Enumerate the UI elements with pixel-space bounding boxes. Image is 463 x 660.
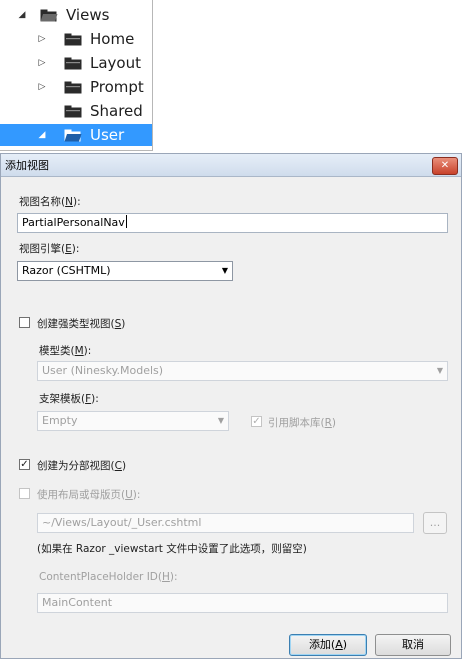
dialog-title-bar[interactable]: 添加视图 ✕ (1, 154, 461, 177)
dialog-title: 添加视图 (5, 159, 49, 172)
folder-icon (64, 81, 82, 94)
view-engine-select[interactable]: Razor (CSHTML) ▼ (17, 261, 233, 281)
dropdown-arrow-icon: ▼ (221, 266, 228, 275)
view-engine-label: 视图引擎(E): (19, 243, 80, 255)
dropdown-arrow-icon: ▼ (217, 416, 224, 425)
tree-item-user[interactable]: ◢ User (0, 124, 152, 146)
view-name-label: 视图名称(N): (19, 196, 81, 208)
dropdown-arrow-icon: ▼ (436, 366, 443, 375)
tree-item-label: Views (66, 6, 110, 24)
use-layout-checkbox[interactable] (19, 488, 30, 499)
tree-item-shared[interactable]: Shared (0, 100, 152, 122)
tree-item-label: Layout (90, 54, 141, 72)
expand-arrow-icon[interactable]: ▷ (36, 76, 48, 98)
layout-path-input[interactable]: ~/Views/Layout/_User.cshtml (37, 513, 414, 533)
expand-arrow-icon[interactable]: ▷ (36, 52, 48, 74)
tree-item-prompt[interactable]: ▷ Prompt (0, 76, 152, 98)
close-icon[interactable]: ✕ (432, 157, 458, 175)
expand-arrow-icon[interactable]: ▷ (36, 28, 48, 50)
script-library-checkbox[interactable]: ✓ (251, 416, 262, 427)
cancel-button[interactable]: 取消 (375, 634, 451, 656)
use-layout-label: 使用布局或母版页(U): (37, 489, 141, 501)
tree-item-label: Home (90, 30, 135, 48)
folder-icon (64, 105, 82, 118)
folder-open-icon (64, 129, 82, 142)
tree-item-home[interactable]: ▷ Home (0, 28, 152, 50)
add-view-dialog: 添加视图 ✕ 视图名称(N): PartialPersonalNav 视图引擎(… (0, 153, 462, 659)
placeholder-id-input[interactable]: MainContent (37, 593, 448, 613)
model-class-select[interactable]: User (Ninesky.Models) ▼ (37, 361, 448, 381)
viewstart-hint: (如果在 Razor _viewstart 文件中设置了此选项，则留空) (37, 543, 307, 555)
tree-item-label: User (90, 126, 125, 144)
browse-button[interactable]: ... (423, 512, 447, 534)
tree-item-layout[interactable]: ▷ Layout (0, 52, 152, 74)
collapse-arrow-icon[interactable]: ◢ (36, 124, 48, 146)
folder-icon (64, 57, 82, 70)
collapse-arrow-icon[interactable]: ◢ (16, 4, 28, 26)
model-class-label: 模型类(M): (39, 345, 92, 357)
strong-type-label: 创建强类型视图(S) (37, 318, 126, 330)
view-name-input[interactable]: PartialPersonalNav (17, 213, 448, 233)
script-library-label: 引用脚本库(R) (268, 417, 337, 429)
add-button[interactable]: 添加(A) (289, 634, 367, 656)
tree-item-label: Prompt (90, 78, 144, 96)
solution-explorer-tree: ◢ Views ▷ Home ▷ Layout ▷ Prompt Shared … (0, 0, 153, 151)
tree-item-label: Shared (90, 102, 143, 120)
partial-view-checkbox[interactable]: ✓ (19, 459, 30, 470)
scaffold-template-select[interactable]: Empty ▼ (37, 411, 229, 431)
folder-open-icon (40, 9, 58, 22)
scaffold-template-label: 支架模板(F): (39, 393, 99, 405)
strong-type-checkbox[interactable] (19, 317, 30, 328)
partial-view-label: 创建为分部视图(C) (37, 460, 127, 472)
folder-icon (64, 33, 82, 46)
tree-item-views[interactable]: ◢ Views (0, 4, 152, 26)
placeholder-id-label: ContentPlaceHolder ID(H): (39, 571, 178, 583)
